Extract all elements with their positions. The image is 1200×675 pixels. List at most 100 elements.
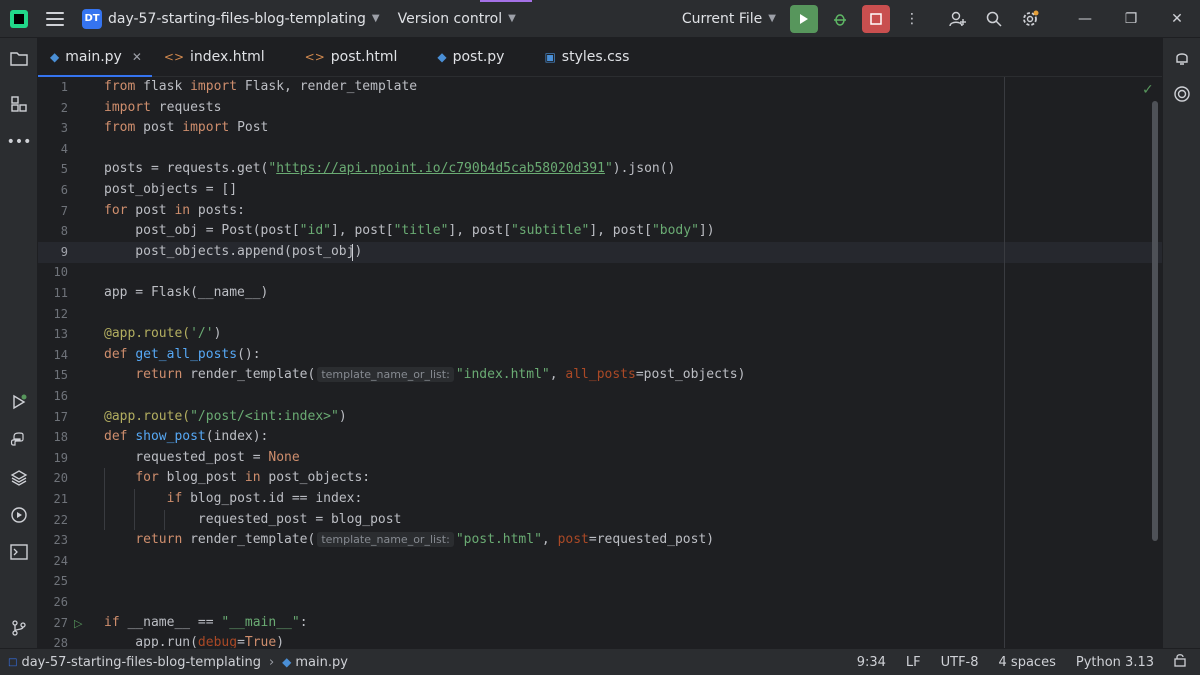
ai-assistant-icon[interactable]	[1172, 84, 1192, 104]
vertical-scrollbar[interactable]	[1152, 101, 1158, 541]
close-icon[interactable]: ✕	[132, 50, 142, 64]
code-line-8: post_obj = Post(post["id"], post["title"…	[104, 223, 715, 239]
code-area[interactable]: from flask import Flask, render_template…	[104, 77, 1144, 648]
code-line-15: return render_template(template_name_or_…	[135, 367, 746, 383]
search-icon	[986, 11, 1002, 27]
code-line-18: def show_post(index):	[104, 429, 269, 445]
html-file-icon: <>	[304, 50, 325, 64]
run-tool-icon[interactable]	[9, 392, 29, 412]
code-line-2: import requests	[104, 99, 222, 115]
pycharm-logo-icon[interactable]	[10, 9, 28, 28]
run-config-selector[interactable]: Current File ▼	[682, 0, 776, 38]
line-number: 6	[60, 183, 68, 197]
caret-position[interactable]: 9:34	[847, 655, 896, 670]
tab-label: index.html	[190, 49, 265, 65]
code-line-6: post_objects = []	[104, 182, 238, 197]
title-bar: DT day-57-starting-files-blog-templating…	[0, 0, 1200, 38]
chevron-down-icon: ▼	[768, 13, 776, 24]
tab-post-py[interactable]: ◆ post.py	[407, 38, 514, 76]
line-number: 8	[60, 224, 68, 239]
line-number: 24	[53, 553, 68, 568]
run-gutter-icon[interactable]: ▷	[74, 617, 86, 630]
line-number: 27	[53, 615, 68, 630]
line-number: 11	[53, 286, 68, 300]
debug-button[interactable]	[826, 5, 854, 33]
services-icon[interactable]	[9, 505, 29, 525]
terminal-icon[interactable]	[9, 542, 29, 562]
code-line-13: @app.route('/')	[104, 326, 222, 342]
code-line-21: if blog_post.id == index:	[166, 491, 363, 506]
vcs-widget[interactable]: Version control ▼	[398, 0, 516, 38]
tab-label: main.py	[65, 49, 122, 65]
line-number: 3	[60, 121, 68, 136]
chevron-down-icon: ▼	[508, 13, 516, 24]
minimize-button[interactable]: —	[1062, 0, 1108, 38]
right-tool-stripe	[1162, 38, 1200, 648]
python-packages-icon[interactable]	[9, 468, 29, 488]
code-with-me-button[interactable]	[944, 5, 972, 33]
python-file-icon: ◆	[50, 50, 60, 64]
inspection-ok-icon[interactable]: ✓	[1142, 82, 1154, 98]
bug-icon	[834, 13, 846, 26]
tab-main-py[interactable]: ◆ main.py ✕	[38, 38, 152, 77]
git-icon[interactable]	[9, 618, 29, 638]
tab-post-html[interactable]: <> post.html	[275, 38, 408, 76]
tab-index-html[interactable]: <> index.html	[152, 38, 275, 76]
html-file-icon: <>	[163, 50, 185, 64]
code-line-23: return render_template(template_name_or_…	[135, 532, 715, 548]
chevron-down-icon: ▼	[371, 13, 380, 24]
project-folder-icon[interactable]	[9, 48, 29, 68]
rerun-button[interactable]	[790, 4, 818, 33]
more-actions-button[interactable]: ⋮	[898, 5, 926, 33]
line-number: 4	[60, 141, 68, 156]
line-number: 18	[53, 430, 68, 445]
line-number: 10	[53, 265, 68, 280]
structure-icon[interactable]	[9, 94, 29, 114]
run-config-label: Current File	[681, 10, 763, 27]
line-number: 16	[53, 389, 68, 403]
tab-label: post.py	[452, 49, 505, 65]
code-line-9: post_objects.append(post_obj)	[104, 243, 363, 259]
parameter-hint: template_name_or_list:	[317, 532, 454, 548]
tab-label: post.html	[330, 49, 398, 65]
tab-styles-css[interactable]: ▣ styles.css	[514, 38, 639, 76]
close-window-button[interactable]: ✕	[1154, 0, 1200, 38]
settings-button[interactable]	[1016, 5, 1044, 33]
project-badge[interactable]: DT	[82, 8, 102, 29]
python-console-icon[interactable]	[9, 430, 29, 450]
python-interpreter[interactable]: Python 3.13	[1066, 655, 1164, 670]
search-everywhere-button[interactable]	[980, 5, 1008, 33]
line-number: 1	[60, 80, 68, 94]
css-file-icon: ▣	[544, 50, 556, 64]
notifications-icon[interactable]	[1172, 48, 1192, 68]
more-tools-icon[interactable]: •••	[7, 132, 32, 152]
breadcrumb-file[interactable]: main.py	[295, 655, 348, 670]
python-file-icon: ◆	[282, 655, 292, 669]
line-number: 2	[60, 100, 68, 115]
file-encoding[interactable]: UTF-8	[931, 655, 989, 670]
main-menu-icon[interactable]	[46, 11, 64, 26]
line-number: 17	[53, 409, 68, 424]
line-separator[interactable]: LF	[896, 655, 931, 670]
tab-label: styles.css	[561, 49, 630, 65]
project-selector[interactable]: day-57-starting-files-blog-templating ▼	[108, 0, 380, 38]
left-tool-stripe: •••	[0, 38, 38, 648]
code-line-28: app.run(debug=True)	[104, 635, 285, 648]
line-number: 7	[60, 203, 68, 218]
code-line-1: from flask import Flask, render_template	[104, 79, 418, 94]
line-number: 9	[60, 244, 68, 259]
line-number-gutter: 1 2 3 4 5 6 7 8 9 10 11 12 13 14 15 16 17 18 19 20 21 22 23 24 2…	[38, 77, 102, 648]
line-number: 23	[53, 533, 68, 548]
code-line-19: requested_post = None	[104, 449, 300, 465]
code-editor[interactable]: 1 2 3 4 5 6 7 8 9 10 11 12 13 14 15 16 17 18 19 20 21 22 23 24 2…	[38, 77, 1162, 648]
line-number: 25	[53, 574, 68, 589]
breadcrumb-project[interactable]: day-57-starting-files-blog-templating	[21, 655, 261, 670]
code-line-14: def get_all_posts():	[104, 346, 261, 362]
add-user-icon	[949, 11, 966, 26]
lock-icon[interactable]	[1164, 653, 1200, 671]
stop-button[interactable]	[862, 4, 890, 33]
restore-button[interactable]: ❐	[1108, 0, 1154, 38]
indent-setting[interactable]: 4 spaces	[989, 655, 1066, 670]
status-bar: □ day-57-starting-files-blog-templating …	[0, 648, 1200, 675]
more-vertical-icon: ⋮	[905, 10, 919, 27]
